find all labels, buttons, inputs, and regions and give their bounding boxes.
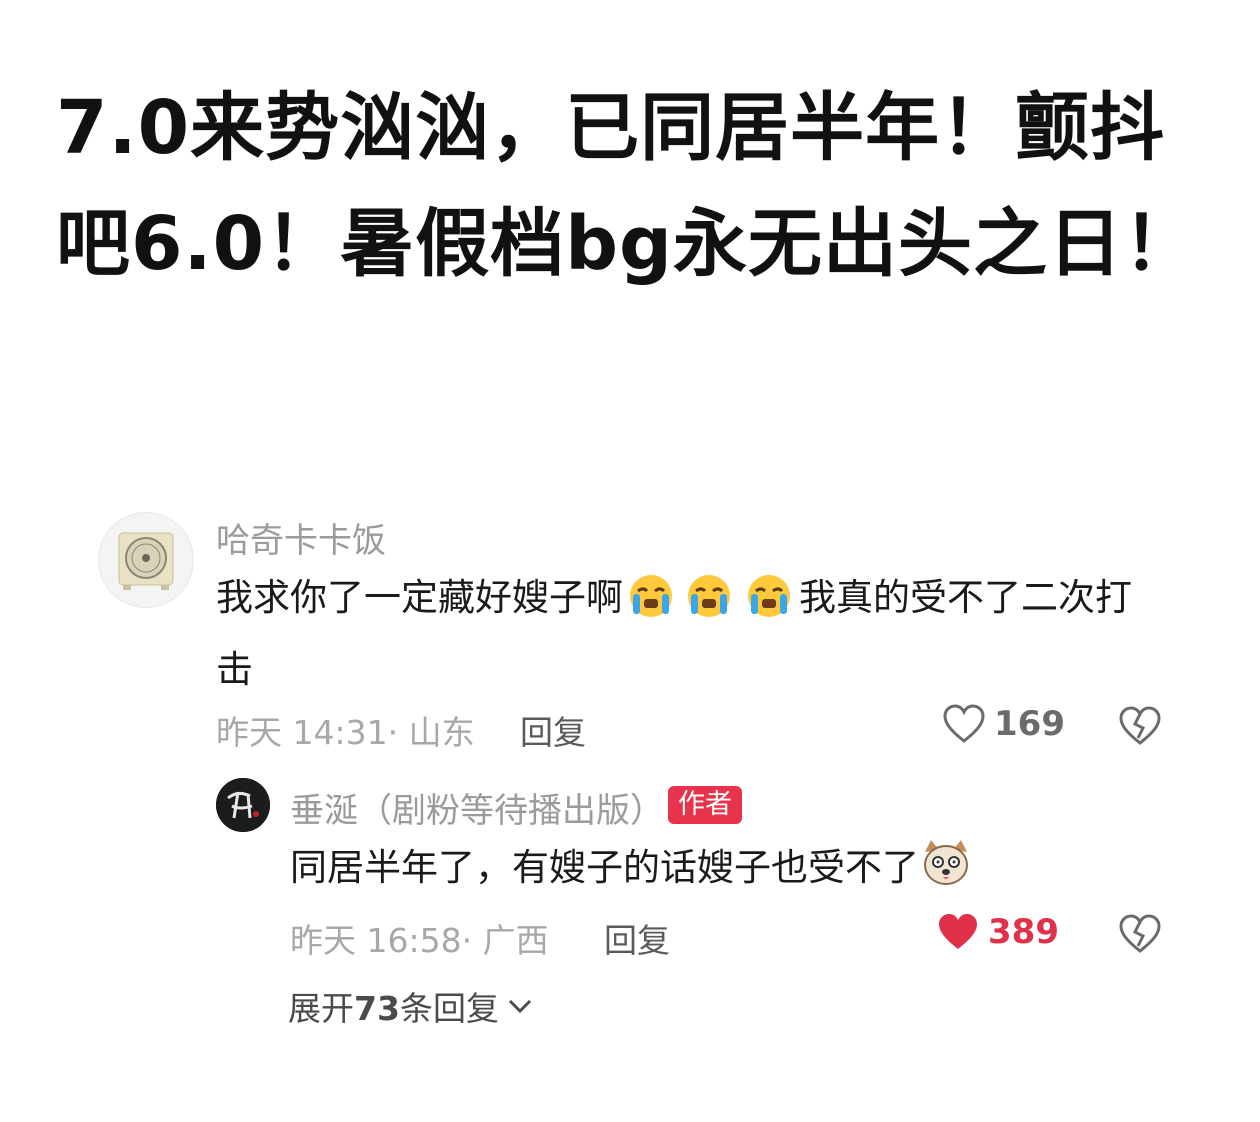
comment-reply-button[interactable]: 回复 bbox=[520, 706, 586, 754]
reply-text-content: 同居半年了，有嫂子的话嫂子也受不了 bbox=[290, 846, 919, 889]
reply-dislike-button[interactable] bbox=[1118, 914, 1162, 958]
reply-like-count: 389 bbox=[988, 912, 1059, 952]
expand-replies-button[interactable]: 展开73条回复 bbox=[288, 982, 533, 1030]
broken-heart-icon bbox=[1119, 914, 1161, 953]
reply-meta: 昨天 16:58· 广西 bbox=[290, 914, 549, 962]
heart-filled-icon bbox=[939, 914, 977, 949]
crying-face-icon bbox=[739, 574, 799, 638]
author-avatar[interactable] bbox=[216, 778, 270, 832]
commenter-username[interactable]: 哈奇卡卡饭 bbox=[216, 513, 386, 562]
expand-prefix: 展开 bbox=[288, 989, 354, 1028]
author-badge: 作者 bbox=[668, 786, 742, 824]
comment-meta: 昨天 14:31· 山东 bbox=[216, 706, 475, 754]
expand-label: 展开73条回复 bbox=[288, 982, 499, 1030]
expand-suffix: 条回复 bbox=[399, 989, 499, 1028]
fan-heater-icon bbox=[99, 513, 193, 607]
heart-outline-icon bbox=[943, 704, 985, 743]
broken-heart-icon bbox=[1119, 706, 1161, 745]
comment-text: 我求你了一定藏好嫂子啊 我真的受不了二次打击 bbox=[216, 566, 1146, 702]
comment-location: · 山东 bbox=[387, 713, 475, 752]
post-headline: 7.0来势汹汹，已同居半年！颤抖吧6.0！暑假档bg永无出头之日！ bbox=[56, 85, 1199, 287]
reply-location: · 广西 bbox=[461, 921, 549, 960]
dog-face-icon bbox=[919, 838, 973, 908]
comment-text-part1: 我求你了一定藏好嫂子啊 bbox=[216, 576, 623, 619]
comment-dislike-button[interactable] bbox=[1118, 706, 1162, 750]
expand-count: 73 bbox=[354, 989, 400, 1028]
reply-time: 昨天 16:58 bbox=[290, 921, 462, 960]
crying-face-icon bbox=[679, 574, 739, 638]
author-username[interactable]: 垂涎（剧粉等待播出版） bbox=[290, 783, 664, 832]
crying-face-icon bbox=[623, 574, 679, 638]
comment-time: 昨天 14:31 bbox=[216, 713, 388, 752]
reply-reply-button[interactable]: 回复 bbox=[604, 914, 670, 962]
commenter-avatar[interactable] bbox=[98, 512, 194, 608]
reply-text: 同居半年了，有嫂子的话嫂子也受不了 bbox=[290, 836, 1150, 908]
calligraphy-avatar-icon bbox=[216, 778, 270, 832]
reply-like-button[interactable]: 389 bbox=[936, 912, 1059, 952]
comment-like-button[interactable]: 169 bbox=[942, 704, 1065, 744]
comment-like-count: 169 bbox=[994, 704, 1065, 744]
chevron-down-icon bbox=[508, 999, 531, 1014]
